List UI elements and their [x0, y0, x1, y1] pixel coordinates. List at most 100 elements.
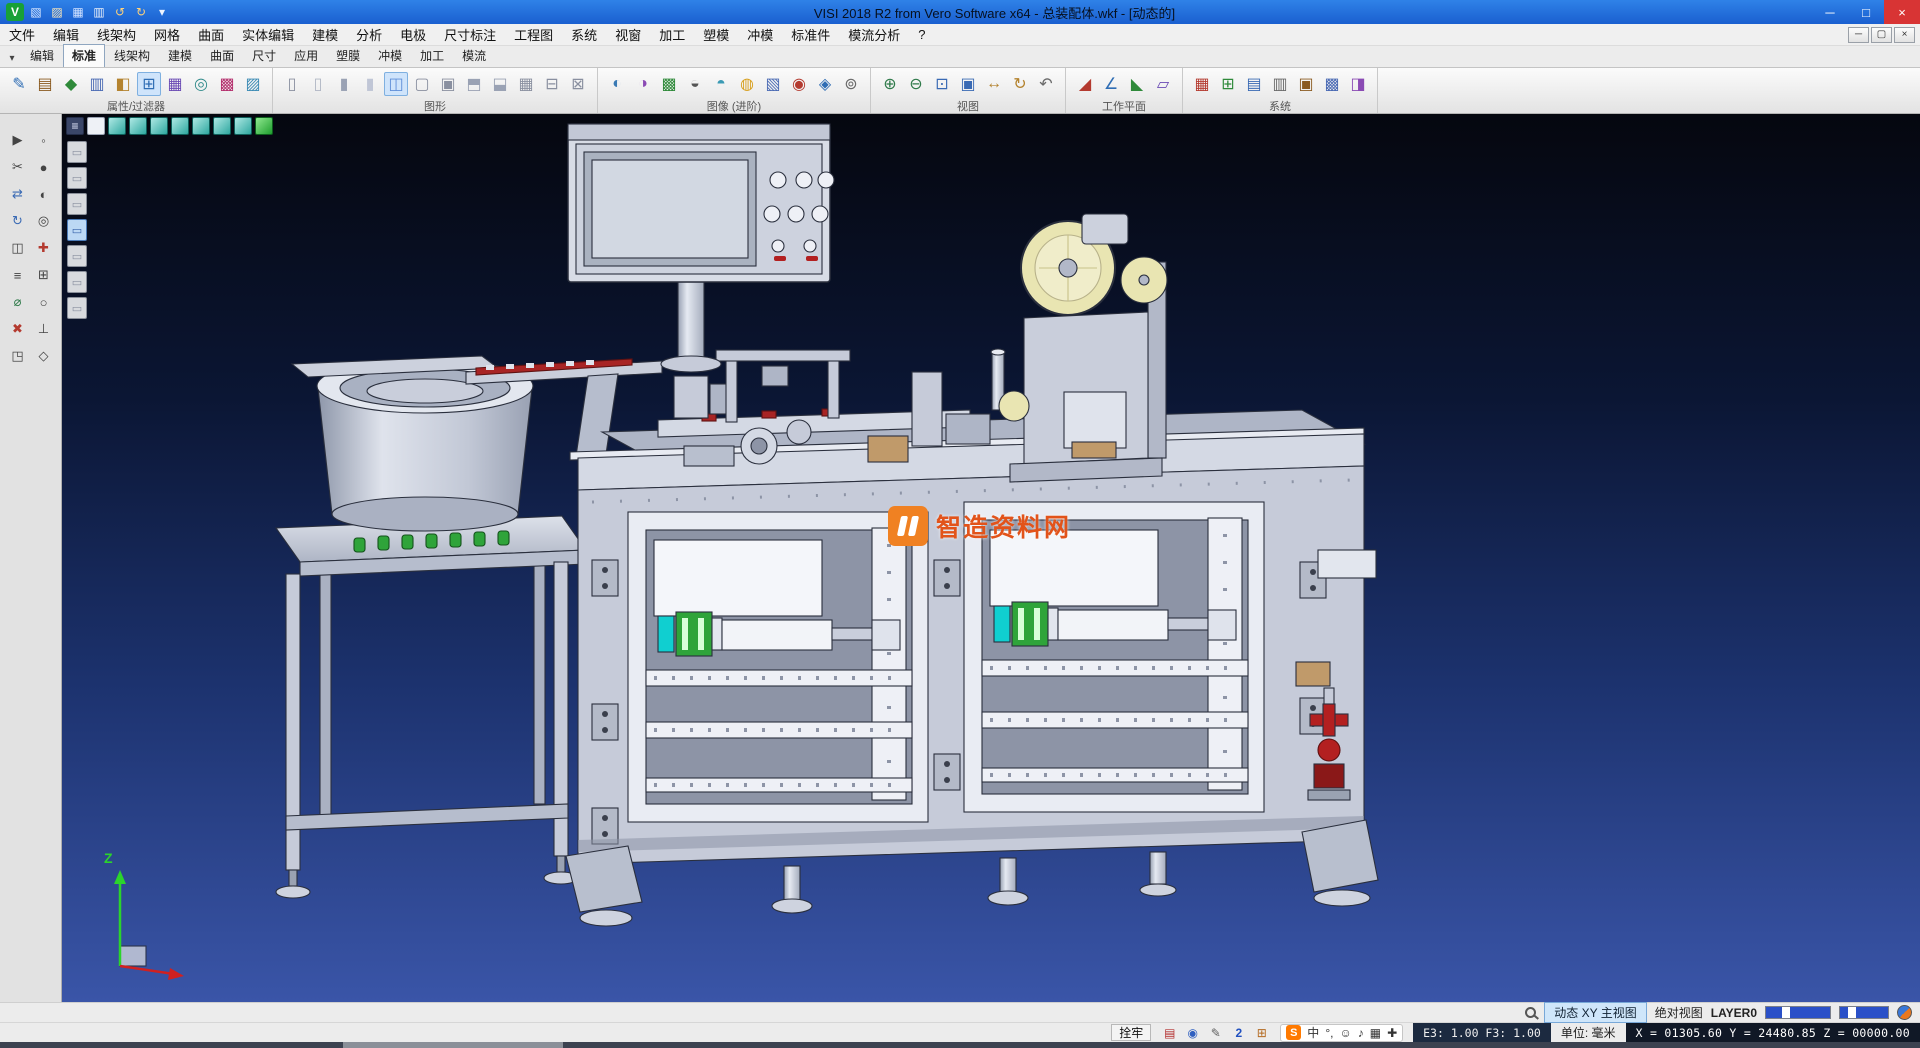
web-icon[interactable]: ◉: [1184, 1024, 1201, 1041]
select-tool-icon[interactable]: ▶: [7, 130, 29, 150]
help-system-icon[interactable]: ◨: [1346, 72, 1370, 96]
grid-settings-icon[interactable]: ⊞: [1216, 72, 1240, 96]
delete-tool-icon[interactable]: ✖: [7, 319, 29, 339]
snap-tangent-icon[interactable]: ○: [33, 292, 55, 312]
horizontal-scrollbar[interactable]: [0, 1042, 1920, 1048]
menu-mesh[interactable]: 网格: [145, 24, 189, 45]
print-icon[interactable]: ▥: [90, 3, 108, 21]
menu-die[interactable]: 冲模: [738, 24, 782, 45]
reflection-icon[interactable]: ◓: [709, 72, 733, 96]
dynamic-section-icon[interactable]: ◈: [813, 72, 837, 96]
selection-filter-icon[interactable]: ⊞: [137, 72, 161, 96]
menu-machining[interactable]: 加工: [650, 24, 694, 45]
measure-tool-icon[interactable]: ⌀: [7, 292, 29, 312]
view-mode-dropdown[interactable]: 动态 XY 主视图: [1544, 1002, 1646, 1023]
texture-icon[interactable]: ▩: [657, 72, 681, 96]
database-icon[interactable]: ▩: [1320, 72, 1344, 96]
view-right-icon[interactable]: [150, 117, 168, 135]
app-logo-icon[interactable]: V: [6, 3, 24, 21]
minimize-button[interactable]: ─: [1812, 0, 1848, 24]
mdi-close-button[interactable]: ×: [1894, 27, 1915, 43]
unblank-elements-icon[interactable]: ▨: [241, 72, 265, 96]
zoom-in-icon[interactable]: ⊕: [878, 72, 902, 96]
menu-wireframe[interactable]: 线架构: [88, 24, 145, 45]
show-hide-icon[interactable]: ◎: [189, 72, 213, 96]
filter-surfaces-icon[interactable]: ▭: [67, 245, 87, 267]
filter-mesh-icon[interactable]: ▭: [67, 271, 87, 293]
history-icon[interactable]: ▤: [1161, 1024, 1178, 1041]
tab-modeling[interactable]: 建模: [159, 44, 201, 67]
annotation-icon[interactable]: ✎: [1207, 1024, 1224, 1041]
color-filter-icon[interactable]: ◧: [111, 72, 135, 96]
trim-tool-icon[interactable]: ✂: [7, 157, 29, 177]
tab-molding[interactable]: 塑膜: [327, 44, 369, 67]
ime-voice-icon[interactable]: ♪: [1358, 1024, 1364, 1041]
mask-elements-icon[interactable]: ▦: [163, 72, 187, 96]
profile-manager-icon[interactable]: ▤: [1242, 72, 1266, 96]
count-badge[interactable]: 2: [1230, 1024, 1247, 1041]
zoom-out-icon[interactable]: ⊖: [904, 72, 928, 96]
viewbar-menu-icon[interactable]: ≡: [66, 117, 84, 135]
display-surfaces-icon[interactable]: ⬒: [462, 72, 486, 96]
view-left-icon[interactable]: [171, 117, 189, 135]
display-points-icon[interactable]: ▢: [410, 72, 434, 96]
tab-machining[interactable]: 加工: [411, 44, 453, 67]
menu-standard-parts[interactable]: 标准件: [782, 24, 839, 45]
redo-icon[interactable]: ↻: [132, 3, 150, 21]
display-rendered-icon[interactable]: ▮: [358, 72, 382, 96]
tab-surface[interactable]: 曲面: [201, 44, 243, 67]
element-info-icon[interactable]: ◆: [59, 72, 83, 96]
view-top-icon[interactable]: [108, 117, 126, 135]
lock-toggle-button[interactable]: 拴牢: [1111, 1024, 1151, 1041]
display-mesh-icon[interactable]: ▦: [514, 72, 538, 96]
tab-application[interactable]: 应用: [285, 44, 327, 67]
tab-die[interactable]: 冲模: [369, 44, 411, 67]
snap-center-icon[interactable]: ◎: [33, 211, 55, 231]
tab-flow[interactable]: 模流: [453, 44, 495, 67]
save-icon[interactable]: ▦: [69, 3, 87, 21]
menu-analysis[interactable]: 分析: [347, 24, 391, 45]
open-file-icon[interactable]: ▨: [48, 3, 66, 21]
snap-intersection-icon[interactable]: ✚: [33, 238, 55, 258]
display-solids-icon[interactable]: ⬓: [488, 72, 512, 96]
close-button[interactable]: ×: [1884, 0, 1920, 24]
pan-view-icon[interactable]: ↔: [982, 72, 1006, 96]
advanced-shading-icon[interactable]: ◐: [605, 72, 629, 96]
light-source-icon[interactable]: ◍: [735, 72, 759, 96]
ime-lang-icon[interactable]: 中: [1307, 1024, 1319, 1041]
new-file-icon[interactable]: ▧: [27, 3, 45, 21]
background-icon[interactable]: ▧: [761, 72, 785, 96]
display-hidden-line-icon[interactable]: ▯: [306, 72, 330, 96]
move-tool-icon[interactable]: ⇄: [7, 184, 29, 204]
mdi-minimize-button[interactable]: ─: [1848, 27, 1869, 43]
rotate-tool-icon[interactable]: ↻: [7, 211, 29, 231]
zoom-fit-icon[interactable]: ▣: [956, 72, 980, 96]
display-curves-icon[interactable]: ▣: [436, 72, 460, 96]
ime-keyboard-icon[interactable]: ▦: [1370, 1024, 1381, 1041]
workplane-indicator-icon[interactable]: [1897, 1005, 1912, 1020]
cad-model-3d[interactable]: [62, 114, 1920, 1002]
active-layer-label[interactable]: LAYER0: [1711, 1006, 1757, 1020]
workplane-standard-icon[interactable]: ◢: [1073, 72, 1097, 96]
sogou-logo-icon[interactable]: S: [1286, 1025, 1301, 1040]
view-iso-ne-icon[interactable]: [234, 117, 252, 135]
tab-dimension[interactable]: 尺寸: [243, 44, 285, 67]
snap-mid-icon[interactable]: ◐: [33, 184, 55, 204]
menu-electrode[interactable]: 电极: [391, 24, 435, 45]
workplane-on-face-icon[interactable]: ◣: [1125, 72, 1149, 96]
rotate-view-icon[interactable]: ↻: [1008, 72, 1032, 96]
menu-surface[interactable]: 曲面: [189, 24, 233, 45]
view-shaded-icon[interactable]: [255, 117, 273, 135]
undo-icon[interactable]: ↺: [111, 3, 129, 21]
maximize-button[interactable]: □: [1848, 0, 1884, 24]
viewport[interactable]: ≡ ▭▭▭▭▭▭▭ 智造资料网 Z: [62, 114, 1920, 1002]
display-bounding-icon[interactable]: ⊠: [566, 72, 590, 96]
previous-view-icon[interactable]: ↶: [1034, 72, 1058, 96]
display-section-icon[interactable]: ⊟: [540, 72, 564, 96]
menu-solid-edit[interactable]: 实体编辑: [233, 24, 303, 45]
workplane-3points-icon[interactable]: ∠: [1099, 72, 1123, 96]
filter-all-icon[interactable]: ▭: [67, 141, 87, 163]
view-iso-sw-icon[interactable]: [192, 117, 210, 135]
menu-flow-analysis[interactable]: 模流分析: [839, 24, 909, 45]
display-shaded-icon[interactable]: ▮: [332, 72, 356, 96]
